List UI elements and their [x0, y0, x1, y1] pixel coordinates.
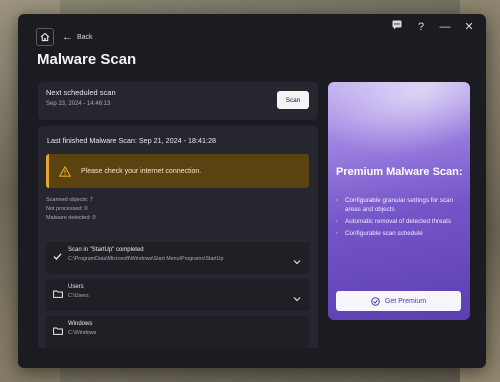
feedback-icon[interactable]	[390, 20, 404, 33]
window-controls: ? — ✕	[390, 20, 476, 33]
scheduled-scan-card: Next scheduled scan Sep 23, 2024 - 14:46…	[38, 82, 318, 120]
close-icon[interactable]: ✕	[462, 20, 476, 33]
premium-title: Premium Malware Scan:	[336, 166, 463, 178]
schedule-datetime: Sep 23, 2024 - 14:46:13	[46, 101, 111, 107]
folder-icon	[53, 285, 63, 303]
check-icon	[53, 248, 62, 266]
connection-warning: Please check your internet connection.	[46, 154, 309, 188]
app-window: ? — ✕ ← Back Malware Scan Next scheduled…	[18, 14, 486, 368]
result-name: Scan in "StartUp" completed	[68, 247, 144, 253]
result-path: C:\ProgramData\Microsoft\Windows\Start M…	[68, 256, 224, 262]
minimize-icon[interactable]: —	[438, 21, 452, 33]
scan-button[interactable]: Scan	[277, 91, 309, 109]
result-path: C:\Windows	[68, 330, 97, 336]
premium-feature: Configurable granular settings for scan …	[336, 196, 464, 214]
premium-features: Configurable granular settings for scan …	[336, 196, 464, 241]
result-path: C:\Users	[68, 293, 89, 299]
premium-promo-card: Premium Malware Scan: Configurable granu…	[328, 82, 470, 320]
page-title: Malware Scan	[37, 51, 137, 68]
last-finished-label: Last finished Malware Scan: Sep 21, 2024…	[47, 136, 217, 145]
warning-message: Please check your internet connection.	[81, 167, 202, 175]
navigation: ← Back	[36, 28, 93, 46]
scan-results-card: Last finished Malware Scan: Sep 21, 2024…	[38, 126, 318, 348]
back-button[interactable]: ← Back	[62, 31, 93, 43]
folder-icon	[53, 322, 63, 340]
result-name: Users	[68, 284, 84, 290]
malware-detected: Malware detected: 0	[46, 215, 96, 221]
home-button[interactable]	[36, 28, 54, 46]
back-label: Back	[77, 33, 93, 41]
schedule-label: Next scheduled scan	[46, 88, 116, 97]
chevron-down-icon[interactable]	[293, 252, 301, 270]
scanned-objects: Scanned objects: 7	[46, 197, 93, 203]
home-icon	[40, 32, 50, 42]
get-premium-label: Get Premium	[384, 297, 427, 305]
not-processed: Not processed: 0	[46, 206, 88, 212]
premium-feature: Automatic removal of detected threats	[336, 217, 464, 226]
result-row-startup[interactable]: Scan in "StartUp" completed C:\ProgramDa…	[46, 242, 309, 274]
result-name: Windows	[68, 321, 93, 327]
back-arrow-icon: ←	[62, 31, 73, 43]
help-icon[interactable]: ?	[414, 21, 428, 33]
premium-icon	[371, 296, 380, 306]
warning-icon	[59, 165, 71, 177]
result-row-windows[interactable]: Windows C:\Windows	[46, 316, 309, 348]
chevron-down-icon[interactable]	[293, 289, 301, 307]
result-row-users[interactable]: Users C:\Users	[46, 279, 309, 311]
premium-feature: Configurable scan schedule	[336, 229, 464, 238]
scan-stats: Scanned objects: 7 Not processed: 0 Malw…	[46, 196, 96, 223]
get-premium-button[interactable]: Get Premium	[336, 291, 461, 311]
